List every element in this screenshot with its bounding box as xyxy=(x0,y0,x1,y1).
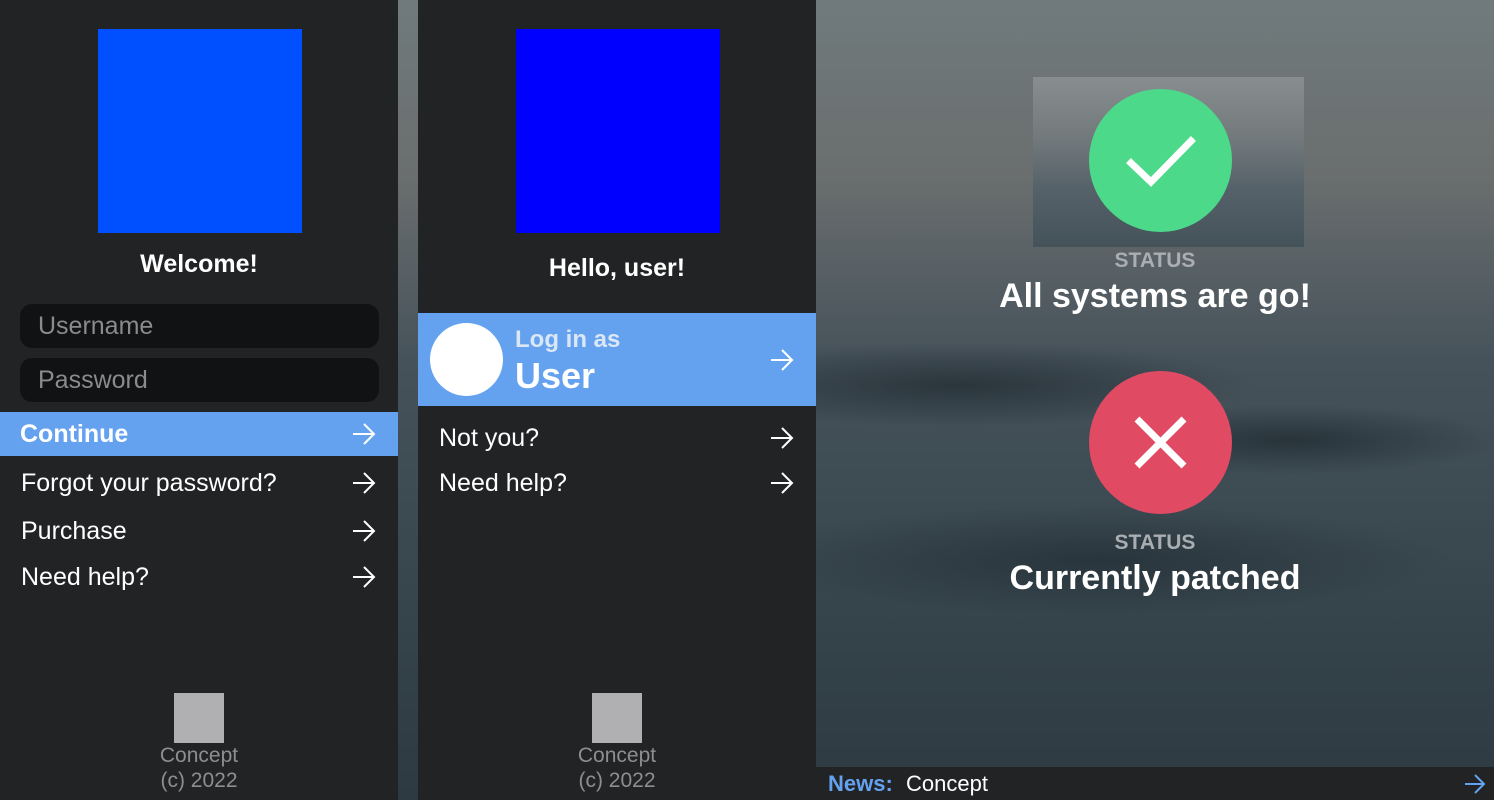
login-as-user-button[interactable]: Log in as User xyxy=(418,313,816,406)
purchase-link[interactable]: Purchase xyxy=(0,509,398,553)
welcome-heading: Welcome! xyxy=(140,250,258,278)
arrow-right-icon xyxy=(353,566,376,588)
need-help-link[interactable]: Need help? xyxy=(0,555,398,599)
footer-name: Concept xyxy=(159,744,239,767)
hello-heading: Hello, user! xyxy=(548,254,686,282)
x-icon xyxy=(1134,416,1187,469)
check-icon xyxy=(1126,136,1196,187)
need-help-label: Need help? xyxy=(439,469,567,497)
not-you-label: Not you? xyxy=(439,424,540,452)
arrow-right-icon xyxy=(771,349,794,371)
username-field[interactable]: Username xyxy=(20,304,379,348)
footer-copyright: (c) 2022 xyxy=(578,769,656,792)
arrow-right-icon xyxy=(771,472,794,494)
footer-logo xyxy=(592,693,642,743)
need-help-link[interactable]: Need help? xyxy=(418,461,816,505)
news-bar[interactable]: News: Concept xyxy=(816,767,1494,800)
purchase-label: Purchase xyxy=(21,517,127,545)
forgot-password-link[interactable]: Forgot your password? xyxy=(0,461,398,505)
continue-label: Continue xyxy=(20,420,129,448)
not-you-link[interactable]: Not you? xyxy=(418,416,816,460)
login-panel: Welcome! Username Password Continue Forg… xyxy=(0,0,398,800)
news-text: Concept xyxy=(906,771,988,796)
news-label: News: xyxy=(828,771,893,796)
app-logo xyxy=(516,29,720,233)
footer-name: Concept xyxy=(577,744,657,767)
arrow-right-icon xyxy=(353,472,376,494)
status-ok-label: STATUS xyxy=(1114,249,1196,272)
status-error-label: STATUS xyxy=(1114,531,1196,554)
status-ok-badge xyxy=(1089,89,1232,232)
need-help-label: Need help? xyxy=(21,563,149,591)
status-ok-text: All systems are go! xyxy=(999,277,1311,315)
arrow-right-icon xyxy=(771,427,794,449)
arrow-right-icon xyxy=(353,423,376,445)
password-field[interactable]: Password xyxy=(20,358,379,402)
avatar xyxy=(430,323,503,396)
login-as-caption: Log in as xyxy=(515,326,621,353)
app-logo xyxy=(98,29,302,233)
status-error-badge xyxy=(1089,371,1232,514)
login-as-username: User xyxy=(515,355,596,396)
continue-button[interactable]: Continue xyxy=(0,412,398,456)
status-error-text: Currently patched xyxy=(1009,559,1301,597)
arrow-right-icon xyxy=(353,520,376,542)
arrow-right-icon[interactable] xyxy=(1464,774,1486,794)
footer-logo xyxy=(174,693,224,743)
forgot-password-label: Forgot your password? xyxy=(21,469,277,497)
footer-copyright: (c) 2022 xyxy=(160,769,238,792)
hello-panel: Hello, user! Log in as User Not you? Nee… xyxy=(418,0,816,800)
